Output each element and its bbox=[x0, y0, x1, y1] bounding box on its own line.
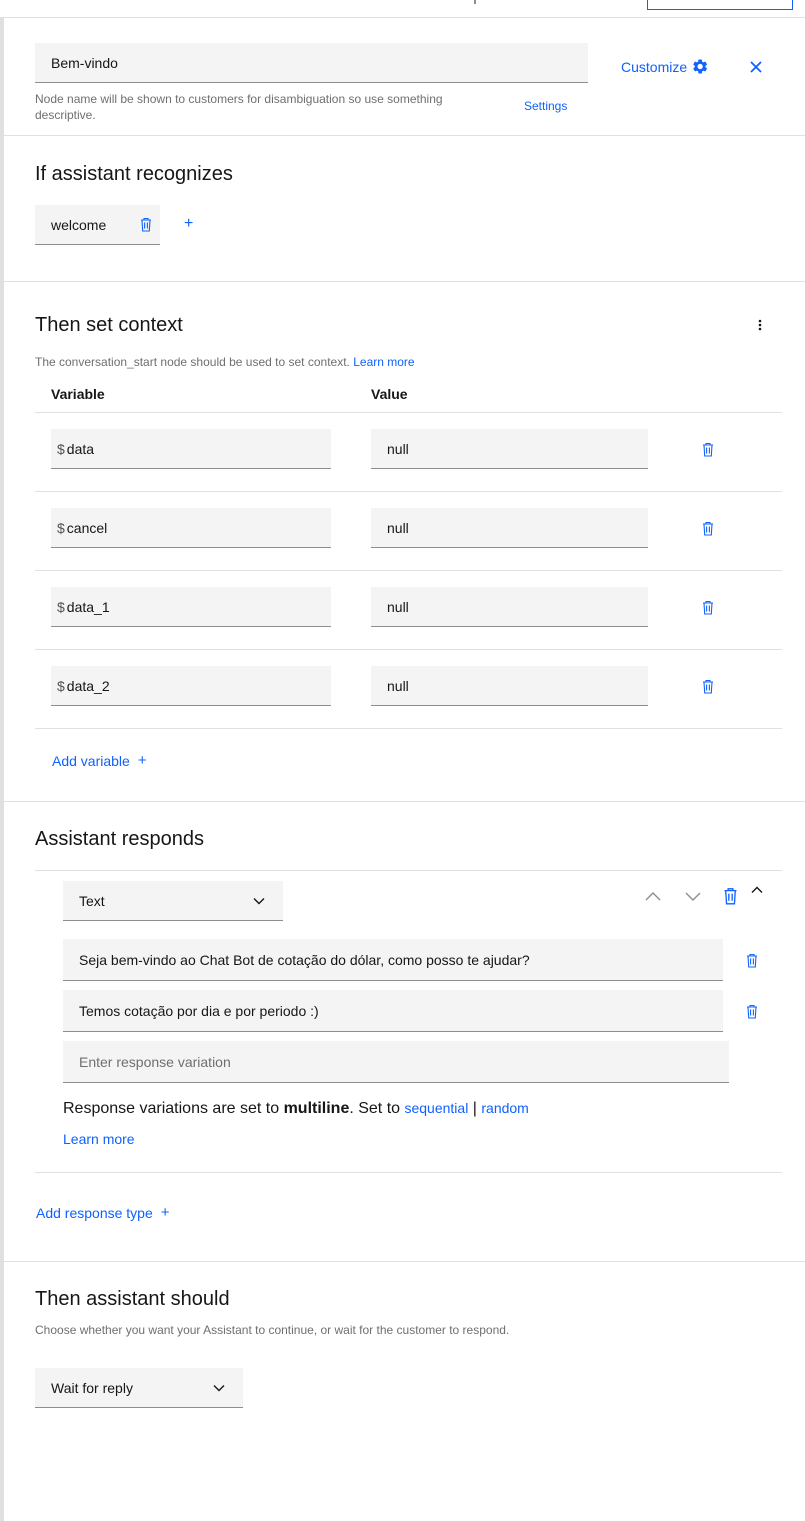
dollar-sign: $ bbox=[57, 519, 65, 536]
divider bbox=[35, 570, 782, 571]
trash-icon[interactable] bbox=[702, 521, 714, 536]
divider bbox=[4, 1261, 805, 1262]
context-value: null bbox=[387, 677, 409, 694]
divider bbox=[4, 135, 805, 136]
context-variable-input[interactable]: $ data bbox=[51, 429, 331, 469]
new-response-variation-input[interactable]: Enter response variation bbox=[63, 1041, 729, 1083]
next-action-select[interactable]: Wait for reply bbox=[35, 1368, 243, 1408]
context-helper: The conversation_start node should be us… bbox=[35, 355, 350, 369]
overflow-menu-icon[interactable] bbox=[758, 318, 764, 332]
node-name-value: Bem-vindo bbox=[51, 54, 118, 71]
context-variable-value: data_2 bbox=[66, 677, 110, 694]
then-should-helper: Choose whether you want your Assistant t… bbox=[35, 1323, 510, 1337]
divider bbox=[4, 801, 805, 802]
dollar-sign: $ bbox=[57, 598, 65, 615]
top-toolbar-strip bbox=[0, 0, 805, 18]
response-type-select[interactable]: Text bbox=[63, 881, 283, 921]
note-prefix: Response variations are set to bbox=[63, 1100, 284, 1117]
response-variation-placeholder: Enter response variation bbox=[79, 1053, 231, 1070]
context-value: null bbox=[387, 598, 409, 615]
next-action-value: Wait for reply bbox=[51, 1379, 133, 1396]
variation-mode-note: Response variations are set to multiline… bbox=[63, 1100, 529, 1118]
context-variable-value: data bbox=[66, 440, 95, 457]
chevron-down-icon bbox=[213, 1384, 225, 1392]
condition-value: welcome bbox=[51, 216, 107, 233]
divider bbox=[35, 649, 782, 650]
add-response-type-button[interactable]: Add response type + bbox=[36, 1204, 170, 1221]
column-header-value: Value bbox=[371, 386, 408, 402]
node-editor-panel: Bem-vindo Node name will be shown to cus… bbox=[0, 18, 805, 1521]
trash-icon[interactable] bbox=[140, 217, 152, 232]
customize-button[interactable]: Customize bbox=[621, 58, 708, 75]
note-separator: | bbox=[472, 1100, 477, 1117]
response-variation-text: Seja bem-vindo ao Chat Bot de cotação do… bbox=[79, 951, 530, 968]
response-variation-input[interactable]: Seja bem-vindo ao Chat Bot de cotação do… bbox=[63, 939, 723, 981]
divider bbox=[35, 1172, 782, 1173]
recognizes-title: If assistant recognizes bbox=[35, 163, 233, 185]
add-response-type-label: Add response type bbox=[36, 1204, 153, 1221]
customize-label: Customize bbox=[621, 58, 688, 75]
divider bbox=[35, 870, 782, 871]
context-value-input[interactable]: null bbox=[371, 666, 648, 706]
column-header-variable: Variable bbox=[51, 386, 105, 402]
trash-icon[interactable] bbox=[702, 600, 714, 615]
toolbar-button-partial[interactable] bbox=[647, 0, 793, 10]
context-value: null bbox=[387, 519, 409, 536]
node-name-helper: Node name will be shown to customers for… bbox=[35, 92, 443, 122]
plus-icon: + bbox=[137, 752, 147, 769]
context-variable-value: cancel bbox=[66, 519, 108, 536]
node-name-input[interactable]: Bem-vindo bbox=[35, 43, 588, 83]
add-variable-label: Add variable bbox=[52, 752, 130, 769]
divider bbox=[35, 491, 782, 492]
settings-link[interactable]: Settings bbox=[524, 99, 567, 113]
condition-chip[interactable]: welcome bbox=[35, 205, 160, 245]
context-value-input[interactable]: null bbox=[371, 429, 648, 469]
context-value-input[interactable]: null bbox=[371, 508, 648, 548]
add-condition-button[interactable]: + bbox=[184, 215, 193, 233]
responds-title: Assistant responds bbox=[35, 828, 204, 850]
move-up-icon[interactable] bbox=[645, 891, 661, 901]
dollar-sign: $ bbox=[57, 440, 65, 457]
add-variable-button[interactable]: Add variable + bbox=[52, 752, 147, 769]
context-title: Then set context bbox=[35, 314, 183, 336]
trash-icon[interactable] bbox=[702, 679, 714, 694]
divider bbox=[35, 412, 782, 413]
sequential-link[interactable]: sequential bbox=[404, 1100, 468, 1116]
toolbar-tick bbox=[474, 0, 476, 4]
move-down-icon[interactable] bbox=[685, 892, 701, 902]
response-variation-text: Temos cotação por dia e por periodo :) bbox=[79, 1002, 319, 1019]
chevron-down-icon bbox=[253, 897, 265, 905]
context-learn-more-link[interactable]: Learn more bbox=[353, 355, 414, 369]
response-type-value: Text bbox=[79, 892, 105, 909]
context-variable-input[interactable]: $ data_2 bbox=[51, 666, 331, 706]
random-link[interactable]: random bbox=[481, 1100, 528, 1116]
collapse-icon[interactable] bbox=[751, 886, 763, 894]
context-variable-value: data_1 bbox=[66, 598, 110, 615]
gear-icon bbox=[691, 58, 708, 75]
context-value: null bbox=[387, 440, 409, 457]
trash-icon[interactable] bbox=[702, 442, 714, 457]
responds-learn-more-link[interactable]: Learn more bbox=[63, 1131, 135, 1147]
then-should-title: Then assistant should bbox=[35, 1288, 230, 1310]
response-variation-input[interactable]: Temos cotação por dia e por periodo :) bbox=[63, 990, 723, 1032]
divider bbox=[35, 728, 782, 729]
context-helper-line: The conversation_start node should be us… bbox=[35, 354, 415, 370]
trash-icon[interactable] bbox=[746, 1004, 758, 1019]
context-variable-input[interactable]: $ cancel bbox=[51, 508, 331, 548]
note-middle: . Set to bbox=[349, 1100, 405, 1117]
plus-icon: + bbox=[160, 1204, 170, 1221]
divider bbox=[4, 281, 805, 282]
trash-icon[interactable] bbox=[746, 953, 758, 968]
trash-icon[interactable] bbox=[723, 887, 738, 905]
context-value-input[interactable]: null bbox=[371, 587, 648, 627]
close-icon[interactable] bbox=[747, 58, 765, 76]
context-variable-input[interactable]: $ data_1 bbox=[51, 587, 331, 627]
dollar-sign: $ bbox=[57, 677, 65, 694]
note-mode: multiline bbox=[283, 1100, 350, 1117]
